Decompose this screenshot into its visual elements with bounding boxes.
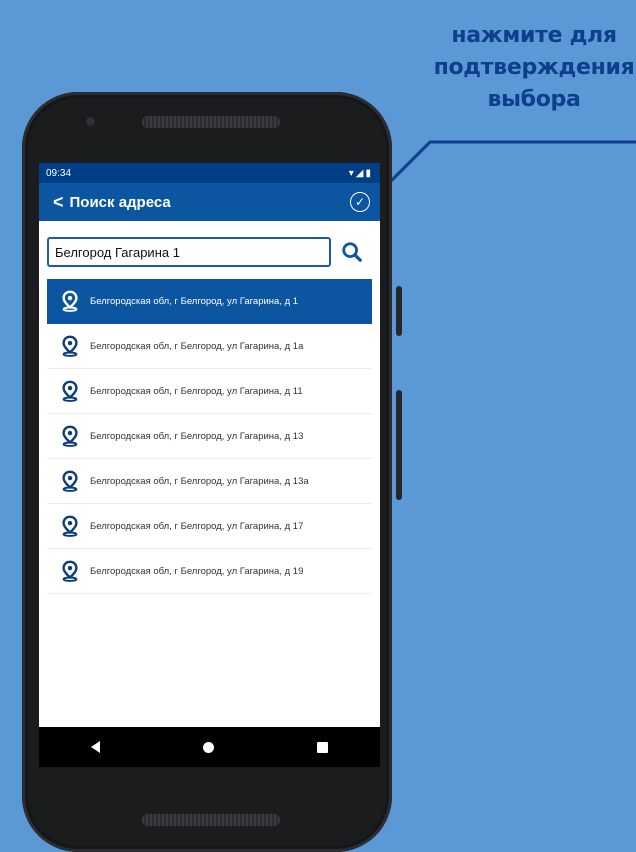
status-bar: 09:34 ▾◢▮ [39,163,380,183]
search-icon[interactable] [341,241,363,263]
address-result-label: Белгородская обл, г Белгород, ул Гагарин… [90,340,304,352]
address-result-row[interactable]: Белгородская обл, г Белгород, ул Гагарин… [47,279,372,324]
location-pin-icon [62,290,78,312]
address-result-row[interactable]: Белгородская обл, г Белгород, ул Гагарин… [47,459,372,504]
location-pin-icon [62,425,78,447]
back-button[interactable]: < [53,192,64,213]
results-list: Белгородская обл, г Белгород, ул Гагарин… [39,279,380,594]
android-nav-bar [39,727,380,767]
volume-button [396,390,402,500]
hint-line-3: выбора [487,87,581,112]
address-result-label: Белгородская обл, г Белгород, ул Гагарин… [90,430,304,442]
app-bar: < Поиск адреса ✓ [39,183,380,221]
address-result-label: Белгородская обл, г Белгород, ул Гагарин… [90,475,309,487]
hint-line-2: подтверждения [433,55,635,80]
bottom-speaker [142,814,280,826]
nav-home-icon[interactable] [202,741,214,753]
nav-recents-icon[interactable] [317,741,329,753]
address-result-row[interactable]: Белгородская обл, г Белгород, ул Гагарин… [47,549,372,594]
hint-line-1: нажмите для [451,23,617,48]
address-result-row[interactable]: Белгородская обл, г Белгород, ул Гагарин… [47,504,372,549]
confirm-glyph: ✓ [354,195,366,209]
location-pin-icon [62,335,78,357]
status-time: 09:34 [46,167,72,179]
location-pin-icon [62,380,78,402]
nav-back-icon[interactable] [90,741,100,753]
phone-screen: 09:34 ▾◢▮ < Поиск адреса ✓ Белгород Гага… [39,163,380,767]
address-result-label: Белгородская обл, г Белгород, ул Гагарин… [90,295,299,307]
hint-callout: нажмите для подтверждения выбора [432,20,636,116]
address-result-row[interactable]: Белгородская обл, г Белгород, ул Гагарин… [47,414,372,459]
search-input[interactable]: Белгород Гагарина 1 [47,237,331,267]
address-result-label: Белгородская обл, г Белгород, ул Гагарин… [90,520,304,532]
search-row: Белгород Гагарина 1 [39,221,380,273]
location-pin-icon [62,470,78,492]
address-result-row[interactable]: Белгородская обл, г Белгород, ул Гагарин… [47,369,372,414]
power-button [396,286,402,336]
location-pin-icon [62,560,78,582]
address-result-row[interactable]: Белгородская обл, г Белгород, ул Гагарин… [47,324,372,369]
address-result-label: Белгородская обл, г Белгород, ул Гагарин… [90,565,304,577]
status-icons: ▾◢▮ [348,167,373,179]
location-pin-icon [62,515,78,537]
address-result-label: Белгородская обл, г Белгород, ул Гагарин… [90,385,303,397]
top-speaker [142,116,280,128]
front-camera [86,117,95,126]
page-title: Поиск адреса [69,193,171,211]
check-circle-icon[interactable]: ✓ [350,192,370,212]
